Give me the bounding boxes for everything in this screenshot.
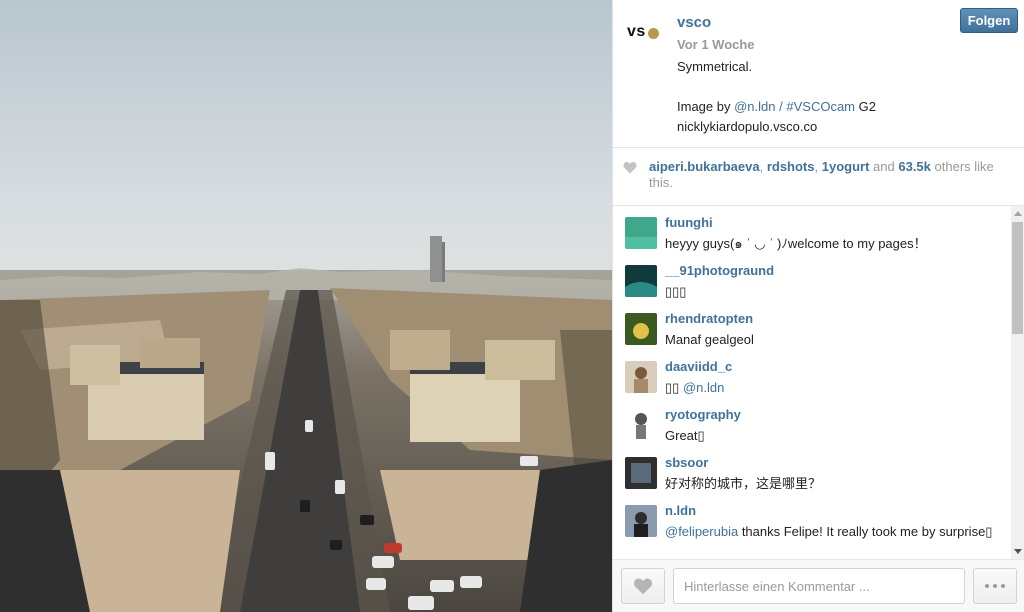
comment-username[interactable]: rhendratopten <box>665 311 753 326</box>
comment-text: 好对称的城市，这是哪里？ <box>665 476 822 491</box>
avatar-image <box>625 265 657 297</box>
comment-text: ▯▯ @n.ldn <box>665 378 995 398</box>
post-timestamp[interactable]: Vor 1 Woche <box>677 37 755 52</box>
scroll-up-arrow-icon[interactable] <box>1014 211 1022 216</box>
post-sidebar: vs vsco Vor 1 Woche Symmetrical. Image b… <box>612 0 1024 612</box>
vsco-logo-dot-icon <box>647 27 659 39</box>
caption-credit-line: Image by @n.ldn / #VSCOcam G2 <box>677 97 957 117</box>
likes-text: aiperi.bukarbaeva, rdshots, 1yogurt and … <box>649 159 1009 191</box>
scrollbar-thumb[interactable] <box>1012 222 1023 334</box>
comment-mention-link[interactable]: @n.ldn <box>683 380 724 395</box>
dot-icon <box>993 584 997 588</box>
commenter-avatar[interactable] <box>625 217 657 249</box>
caption-website: nicklykiardopulo.vsco.co <box>677 119 818 134</box>
caption-separator: / <box>779 99 783 114</box>
comment-text: Manaf gealgeol <box>665 332 754 347</box>
comment-footer <box>613 559 1024 612</box>
liker-link[interactable]: 1yogurt <box>822 159 870 174</box>
comments-scrollbar[interactable] <box>1011 206 1024 559</box>
caption-suffix: G2 <box>858 99 876 114</box>
caption-prefix: Image by <box>677 99 731 114</box>
caption-mention-link[interactable]: @n.ldn <box>734 99 775 114</box>
comments-list[interactable]: fuunghi heyyy guys(๑ ˈ ◡ ˈ )ﾉwelcome to … <box>613 206 1011 559</box>
comment-prefix: ▯▯ <box>665 380 680 395</box>
commenter-avatar[interactable] <box>625 361 657 393</box>
comment-text: heyyy guys(๑ ˈ ◡ ˈ )ﾉwelcome to my pages… <box>665 236 927 251</box>
comment-suffix: thanks Felipe! It really took me by surp… <box>741 524 993 539</box>
comment-username[interactable]: ryotography <box>665 407 741 422</box>
likes-and: and <box>873 159 895 174</box>
heart-icon <box>623 162 637 174</box>
commenter-avatar[interactable] <box>625 457 657 489</box>
city-photo-image <box>0 0 612 612</box>
commenter-avatar[interactable] <box>625 313 657 345</box>
post-username[interactable]: vsco <box>677 14 711 31</box>
comment-username[interactable]: sbsoor <box>665 455 708 470</box>
dot-icon <box>985 584 989 588</box>
liker-link[interactable]: aiperi.bukarbaeva <box>649 159 760 174</box>
commenter-avatar[interactable] <box>625 505 657 537</box>
vsco-avatar[interactable]: vs <box>627 12 677 52</box>
avatar-image <box>625 409 657 441</box>
post-photo[interactable] <box>0 0 612 612</box>
dot-icon <box>1001 584 1005 588</box>
caption-line: Symmetrical. <box>677 59 753 74</box>
scroll-down-arrow-icon[interactable] <box>1014 549 1022 554</box>
comment-username[interactable]: __91photograund <box>665 263 774 278</box>
avatar-image <box>625 457 657 489</box>
likes-count[interactable]: 63.5k <box>898 159 931 174</box>
comment-username[interactable]: daaviidd_c <box>665 359 732 374</box>
follow-button[interactable]: Folgen <box>960 8 1018 33</box>
caption-hashtag-link[interactable]: #VSCOcam <box>786 99 855 114</box>
comment-input[interactable] <box>673 568 965 604</box>
liker-link[interactable]: rdshots <box>767 159 815 174</box>
comment-text: Great▯ <box>665 428 705 443</box>
comment-mention-link[interactable]: @feliperubia <box>665 524 738 539</box>
comment-username[interactable]: fuunghi <box>665 215 713 230</box>
commenter-avatar[interactable] <box>625 409 657 441</box>
comment-text: @feliperubia thanks Felipe! It really to… <box>665 522 995 542</box>
avatar-image <box>625 313 657 345</box>
like-button[interactable] <box>621 568 665 604</box>
post-caption: Symmetrical. Image by @n.ldn / #VSCOcam … <box>677 57 957 137</box>
commenter-avatar[interactable] <box>625 265 657 297</box>
more-options-button[interactable] <box>973 568 1017 604</box>
comment-username[interactable]: n.ldn <box>665 503 696 518</box>
comment-text: ▯▯▯ <box>665 284 687 299</box>
likes-summary: aiperi.bukarbaeva, rdshots, 1yogurt and … <box>613 148 1024 206</box>
likes-separator: , <box>759 159 764 174</box>
post-header: vs vsco Vor 1 Woche Symmetrical. Image b… <box>613 0 1024 148</box>
avatar-image <box>625 505 657 537</box>
avatar-image <box>625 217 657 249</box>
likes-separator: , <box>814 159 819 174</box>
heart-icon <box>633 578 653 595</box>
avatar-image <box>625 361 657 393</box>
vsco-logo-text: vs <box>627 23 646 40</box>
